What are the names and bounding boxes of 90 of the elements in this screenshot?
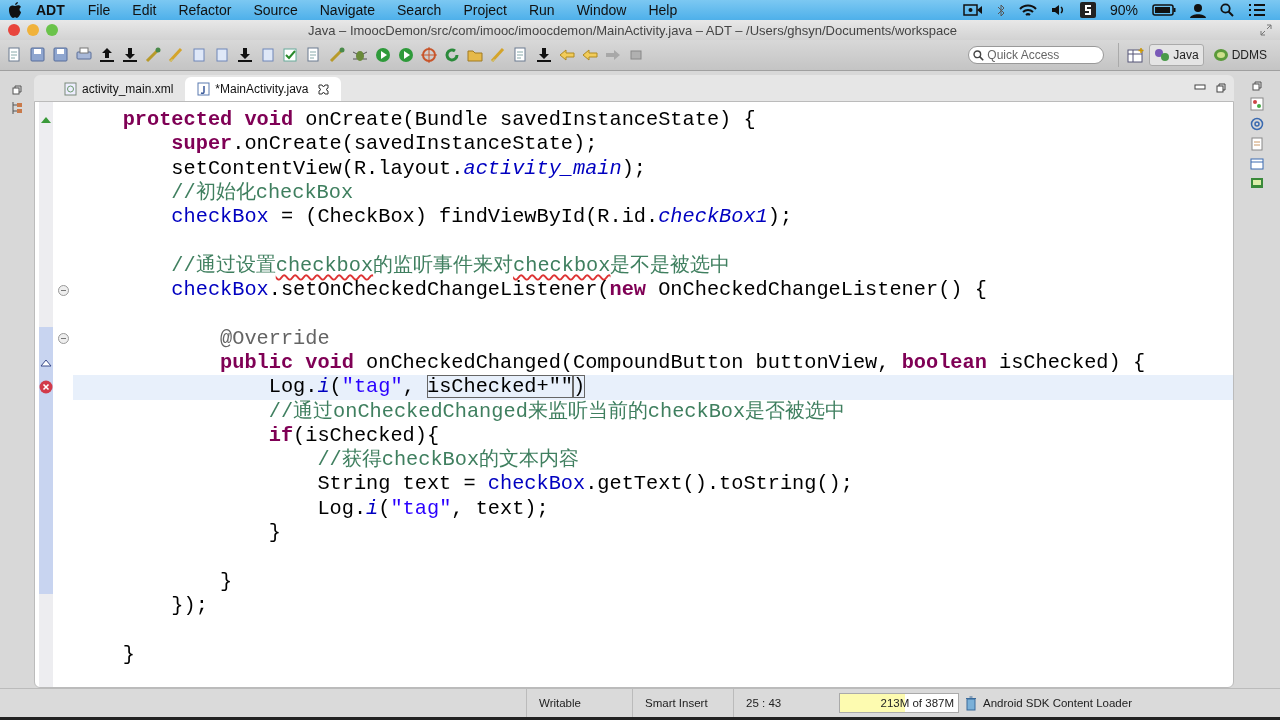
- menu-item[interactable]: Navigate: [308, 2, 386, 18]
- bluetooth-icon[interactable]: [996, 3, 1005, 17]
- code-line: });: [170, 593, 209, 619]
- menu-item[interactable]: Source: [242, 2, 309, 18]
- code-line: //初始化checkBox: [170, 180, 355, 206]
- app-menu[interactable]: ADT: [22, 2, 77, 18]
- document-icon[interactable]: [1250, 137, 1264, 151]
- code-line: super.onCreate(savedInstanceState);: [170, 132, 599, 157]
- perspective-button[interactable]: DDMS: [1207, 44, 1272, 66]
- camera-icon[interactable]: [962, 4, 983, 16]
- code-line: if(isChecked){: [267, 423, 441, 448]
- square-icon[interactable]: [213, 46, 231, 64]
- refresh-icon[interactable]: [443, 46, 461, 64]
- search-icon[interactable]: [1220, 3, 1234, 17]
- device-icon[interactable]: [1250, 177, 1264, 189]
- run-icon[interactable]: [397, 46, 415, 64]
- target-icon[interactable]: [420, 46, 438, 64]
- error-icon: [39, 380, 53, 395]
- battery-percentage: 90%: [1109, 2, 1138, 18]
- menu-item[interactable]: Run: [517, 2, 566, 18]
- download-icon[interactable]: [121, 46, 139, 64]
- fold-icon[interactable]: [57, 333, 69, 345]
- perspective-button[interactable]: Java: [1149, 44, 1204, 66]
- wifi-icon[interactable]: [1018, 3, 1037, 17]
- quick-access-field[interactable]: Quick Access: [968, 46, 1105, 64]
- menu-item[interactable]: Project: [452, 2, 518, 18]
- code-line: }: [267, 521, 282, 546]
- fold-icon[interactable]: [57, 284, 69, 296]
- restore-icon[interactable]: [12, 85, 22, 95]
- heap-meter[interactable]: 213M of 387M: [839, 693, 959, 713]
- menu-item[interactable]: File: [76, 2, 122, 18]
- minimize-icon[interactable]: [1194, 83, 1206, 91]
- arrow-left-icon[interactable]: [581, 46, 599, 64]
- code-line: checkBox = (CheckBox) findViewById(R.id.checkBox1);: [170, 205, 794, 230]
- play-icon[interactable]: [374, 46, 392, 64]
- code-line: }: [219, 569, 234, 594]
- save-icon[interactable]: [29, 46, 47, 64]
- code-line: protected void onCreate(Bundle savedInstanceState) {: [121, 108, 757, 133]
- code-line: setContentView(R.layout.activity_main);: [170, 156, 648, 181]
- circles-icon: [1154, 47, 1171, 63]
- wand-icon[interactable]: [144, 46, 162, 64]
- user-icon[interactable]: [1190, 2, 1206, 18]
- code-line: public void onCheckedChanged(CompoundButton buttonView, boolean isChecked) {: [219, 350, 1147, 376]
- code-line: checkBox.setOnCheckedChangeListener(new OnCheckedChangeListener() {: [170, 278, 988, 303]
- checkbox-icon[interactable]: [282, 46, 300, 64]
- code-line: Log.i("tag", text);: [316, 496, 550, 522]
- square-icon[interactable]: [190, 46, 208, 64]
- upload-icon[interactable]: [98, 46, 116, 64]
- battery-icon[interactable]: [1152, 4, 1176, 16]
- panel-icon[interactable]: [259, 46, 277, 64]
- menu-item[interactable]: Refactor: [167, 2, 243, 18]
- menu-item[interactable]: Window: [565, 2, 638, 18]
- editor-tab[interactable]: activity_main.xml: [52, 77, 186, 101]
- restore-icon[interactable]: [1252, 81, 1262, 91]
- arrow-down-icon[interactable]: [535, 46, 553, 64]
- maximize-icon[interactable]: [1216, 83, 1226, 93]
- close-button[interactable]: [8, 24, 20, 36]
- arrow-left-icon[interactable]: [558, 46, 576, 64]
- background-task-label: Android SDK Content Loader: [983, 697, 1132, 709]
- overrides-marker-icon: [40, 359, 52, 368]
- java-file-icon: [197, 82, 211, 96]
- code-line: //获得checkBox的文本内容: [316, 448, 581, 473]
- volume-icon[interactable]: [1050, 4, 1066, 16]
- trash-icon[interactable]: [965, 695, 977, 711]
- menu-item[interactable]: Edit: [121, 2, 168, 18]
- xml-file-icon: [64, 82, 77, 96]
- download-icon[interactable]: [236, 46, 254, 64]
- open-perspective-icon[interactable]: [1127, 47, 1146, 63]
- save-all-icon[interactable]: [52, 46, 70, 64]
- apple-icon[interactable]: [8, 2, 22, 18]
- code-line: }: [121, 642, 136, 667]
- close-icon[interactable]: [317, 83, 329, 95]
- outline-icon[interactable]: [1250, 97, 1264, 111]
- console-icon[interactable]: [1250, 157, 1264, 171]
- list-icon[interactable]: [1248, 3, 1266, 17]
- code-line: //通过设置checkbox的监听事件来对checkbox是不是被选中: [170, 253, 732, 279]
- code-line: @Override: [219, 326, 331, 351]
- app-tray-icon[interactable]: [1079, 2, 1096, 18]
- pencil-icon[interactable]: [328, 46, 346, 64]
- code-line: String text = checkBox.getText().toString();: [316, 472, 854, 497]
- search-icon: [973, 49, 985, 61]
- menu-item[interactable]: Search: [386, 2, 453, 18]
- editor-tab[interactable]: *MainActivity.java: [185, 77, 341, 101]
- hierarchy-icon[interactable]: [11, 101, 23, 115]
- menu-item[interactable]: Help: [637, 2, 689, 18]
- code-line: //通过onCheckedChanged来监听当前的checkBox是否被选中: [267, 399, 847, 424]
- fullscreen-icon[interactable]: [1260, 24, 1272, 36]
- implements-marker-icon: [40, 116, 52, 125]
- window-title: Java – ImoocDemon/src/com/imooc/imoocdemon/MainActivity.java – ADT – /Users/ghsyn/Documents/workspace: [308, 22, 959, 38]
- android-ring-icon: [1212, 47, 1229, 63]
